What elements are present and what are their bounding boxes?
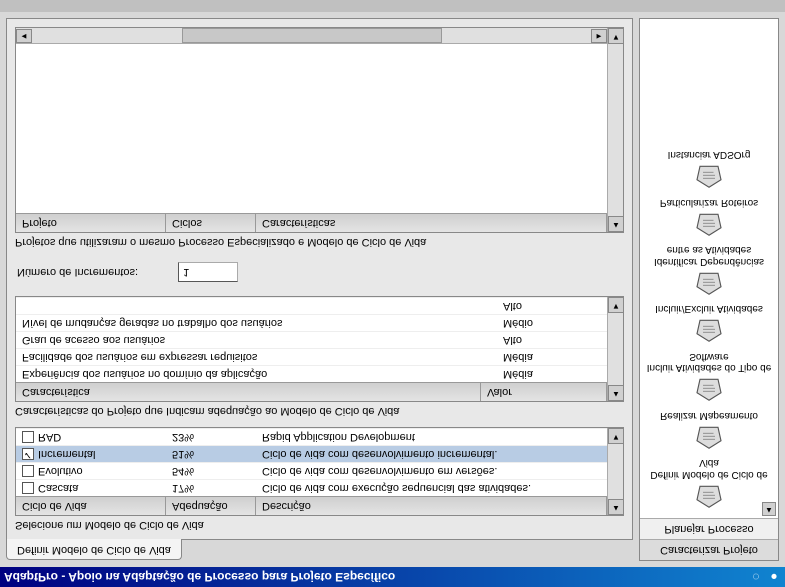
increments-label: Número de Incrementos:	[17, 266, 138, 278]
lifecycle-name: RAD	[38, 431, 61, 443]
scroll-up-icon[interactable]: ▲	[608, 499, 624, 515]
characteristic-name: Grau de acesso aos usuários	[16, 332, 497, 348]
lifecycle-col-desc[interactable]: Descrição	[256, 497, 607, 515]
sidebar-item-label: Realizar Mapeamento	[660, 410, 758, 422]
projects-hscrollbar[interactable]: ◄ ►	[16, 28, 607, 44]
lifecycle-desc: Rapid Application Development	[256, 429, 607, 445]
sidebar-item-label: Incluir/Excluir Atividades	[655, 303, 763, 315]
scroll-down-icon[interactable]: ▼	[608, 28, 624, 44]
table-row[interactable]: ✓ Incremental 51%Ciclo de vida com desenvo…	[16, 445, 607, 462]
projects-section-label: Projetos que utilizaram o mesmo Processo…	[15, 236, 624, 248]
lifecycle-section-label: Selecione um Modelo de Ciclo de Vida	[15, 519, 624, 531]
lifecycle-table: Ciclo de Vida Adequação Descrição Cascat…	[15, 427, 624, 516]
characteristics-table: Característica Valor Experiência dos usu…	[15, 296, 624, 402]
table-row[interactable]: Cascata 17%Ciclo de vida com execução seq…	[16, 479, 607, 496]
characteristic-value: Média	[497, 349, 607, 365]
scroll-down-icon[interactable]: ▼	[608, 428, 624, 444]
lifecycle-pct: 54%	[166, 463, 256, 479]
increments-input[interactable]: 1	[178, 262, 238, 282]
document-icon	[692, 210, 726, 238]
table-row[interactable]: Alto	[16, 297, 607, 314]
scroll-left-icon[interactable]: ◄	[16, 29, 32, 43]
projects-col-ciclos[interactable]: Ciclos	[166, 214, 256, 232]
characteristic-value: Alto	[497, 332, 607, 348]
lifecycle-desc: Ciclo de vida com execução sequencial da…	[256, 480, 607, 496]
projects-table: Projeto Ciclos Características ◄ ► ▲	[15, 27, 624, 233]
lifecycle-scrollbar[interactable]: ▲ ▼	[607, 428, 623, 515]
table-row[interactable]: RAD 23%Rapid Application Development	[16, 428, 607, 445]
characteristic-name: Experiência dos usuários no domínio da a…	[16, 366, 497, 382]
checkbox-icon[interactable]	[22, 465, 34, 477]
lifecycle-col-name[interactable]: Ciclo de Vida	[16, 497, 166, 515]
document-icon	[692, 269, 726, 297]
sidebar-scroll-up-icon[interactable]: ▲	[762, 502, 776, 516]
document-icon	[692, 482, 726, 510]
lightbulb-icon[interactable]: ◌	[749, 570, 763, 584]
checkbox-icon[interactable]: ✓	[22, 448, 34, 460]
characteristics-section-label: Características do Projeto que Indicam a…	[15, 405, 624, 417]
table-row[interactable]: Experiência dos usuários no domínio da a…	[16, 365, 607, 382]
main-tab-bar: Definir Modelo de Ciclo de Vida	[6, 539, 633, 561]
sidebar-item-label: Definir Modelo de Ciclo de Vida	[644, 457, 774, 480]
sidebar-item[interactable]: Definir Modelo de Ciclo de Vida	[642, 455, 776, 512]
sidebar-tab-caracterizar[interactable]: Caracterizar Projeto	[640, 539, 778, 560]
lifecycle-col-adequacao[interactable]: Adequação	[166, 497, 256, 515]
table-row[interactable]: Nível de mudanças geradas no trabalho do…	[16, 314, 607, 331]
checkbox-icon[interactable]	[22, 431, 34, 443]
characteristic-name	[16, 298, 497, 314]
lifecycle-name: Incremental	[38, 448, 95, 460]
scroll-up-icon[interactable]: ▲	[608, 216, 624, 232]
table-row[interactable]: Evolutivo 54%Ciclo de vida com desenvolvi…	[16, 462, 607, 479]
table-row[interactable]: Facilidade dos usuários em expressar req…	[16, 348, 607, 365]
scroll-down-icon[interactable]: ▼	[608, 297, 624, 313]
help-icon[interactable]: ●	[767, 570, 781, 584]
document-icon	[692, 376, 726, 404]
table-row[interactable]: Grau de acesso aos usuáriosAlto	[16, 331, 607, 348]
characteristics-col-value[interactable]: Valor	[481, 383, 607, 401]
characteristic-value: Alto	[497, 298, 607, 314]
sidebar-item-label: Particularizar Roteiros	[660, 197, 758, 209]
characteristic-name: Nível de mudanças geradas no trabalho do…	[16, 315, 497, 331]
characteristics-col-name[interactable]: Característica	[16, 383, 481, 401]
sidebar-item-label: Identificar Dependências entre as Ativid…	[644, 244, 774, 267]
lifecycle-pct: 23%	[166, 429, 256, 445]
checkbox-icon[interactable]	[22, 482, 34, 494]
sidebar-item[interactable]: Incluir/Excluir Atividades	[642, 301, 776, 347]
lifecycle-pct: 51%	[166, 446, 256, 462]
sidebar-item[interactable]: Instanciar ADSOrg	[642, 147, 776, 193]
sidebar-item[interactable]: Particularizar Roteiros	[642, 195, 776, 241]
lifecycle-desc: Ciclo de vida com desenvolvimento increm…	[256, 446, 607, 462]
lifecycle-desc: Ciclo de vida com desenvolvimento em ver…	[256, 463, 607, 479]
lifecycle-name: Evolutivo	[38, 465, 83, 477]
projects-col-caracteristicas[interactable]: Características	[256, 214, 607, 232]
sidebar-item-label: Incluir Atividades do Tipo de Software	[644, 351, 774, 374]
characteristic-value: Média	[497, 366, 607, 382]
sidebar-item[interactable]: Identificar Dependências entre as Ativid…	[642, 242, 776, 299]
projects-col-projeto[interactable]: Projeto	[16, 214, 166, 232]
window-titlebar: AdaptPro - Apoio na Adaptação de Process…	[0, 567, 785, 587]
sidebar-item[interactable]: Realizar Mapeamento	[642, 408, 776, 454]
characteristics-scrollbar[interactable]: ▲ ▼	[607, 297, 623, 401]
lifecycle-pct: 17%	[166, 480, 256, 496]
main-content: Definir Modelo de Ciclo de Vida Selecion…	[6, 18, 633, 561]
characteristic-value: Médio	[497, 315, 607, 331]
characteristic-name: Facilidade dos usuários em expressar req…	[16, 349, 497, 365]
sidebar-tab-planejar[interactable]: Planejar Processo	[640, 518, 778, 539]
sidebar-item[interactable]: Incluir Atividades do Tipo de Software	[642, 349, 776, 406]
tab-definir-modelo[interactable]: Definir Modelo de Ciclo de Vida	[6, 539, 182, 560]
window-title: AdaptPro - Apoio na Adaptação de Process…	[4, 570, 395, 584]
scroll-right-icon[interactable]: ►	[591, 29, 607, 43]
scroll-up-icon[interactable]: ▲	[608, 385, 624, 401]
projects-vscrollbar[interactable]: ▲ ▼	[607, 28, 623, 232]
sidebar-item-label: Instanciar ADSOrg	[668, 149, 751, 161]
document-icon	[692, 163, 726, 191]
document-icon	[692, 317, 726, 345]
lifecycle-name: Cascata	[38, 482, 78, 494]
scrollbar-thumb[interactable]	[182, 28, 442, 43]
document-icon	[692, 423, 726, 451]
sidebar: Caracterizar Projeto Planejar Processo ▲…	[639, 18, 779, 561]
